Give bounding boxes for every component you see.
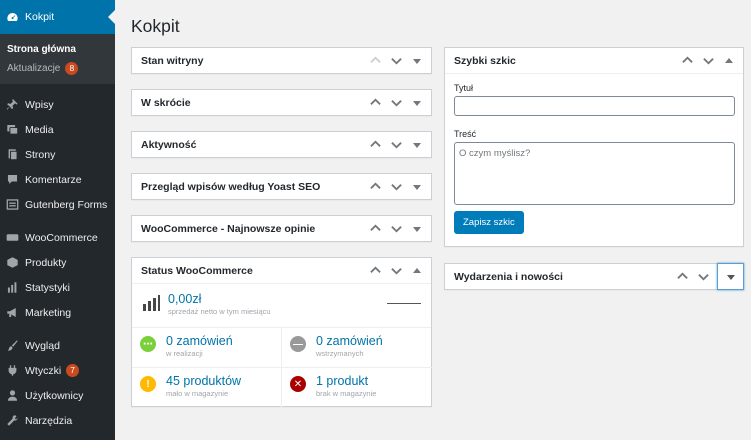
sidebar-item-media[interactable]: Media	[0, 117, 115, 142]
lowstock-products[interactable]: ! 45 produktów mało w magazynie	[132, 368, 282, 408]
sidebar-item-tools[interactable]: Narzędzia	[0, 408, 115, 433]
dashboard-icon	[6, 11, 19, 24]
move-up-icon[interactable]	[369, 223, 381, 235]
box-icon	[6, 256, 19, 269]
woo-icon	[6, 231, 19, 244]
page-title: Kokpit	[131, 16, 180, 36]
widget-woo-status: Status WooCommerce 0,00zł sprzedaż netto…	[131, 257, 432, 408]
sidebar-item-label: Kokpit	[25, 11, 55, 23]
widget-woo-reviews: WooCommerce - Najnowsze opinie	[131, 215, 432, 242]
widget-title[interactable]: W skrócie	[132, 90, 431, 115]
brush-icon	[6, 339, 19, 352]
megaphone-icon	[6, 306, 19, 319]
dashboard-submenu: Strona główna Aktualizacje 8	[0, 34, 115, 84]
toggle-panel-icon[interactable]	[723, 55, 735, 67]
sales-desc: sprzedaż netto w tym miesiącu	[168, 307, 271, 316]
widget-site-health: Stan witryny	[131, 47, 432, 74]
toggle-panel-icon[interactable]	[411, 223, 423, 235]
content-textarea[interactable]: O czym myślisz?	[454, 142, 735, 205]
move-up-icon[interactable]	[369, 181, 381, 193]
toggle-panel-button[interactable]	[717, 263, 744, 290]
error-icon: ✕	[290, 376, 306, 392]
onhold-icon: —	[290, 336, 306, 352]
sales-value: 0,00zł	[168, 292, 202, 306]
widget-title[interactable]: Wydarzenia i nowości	[445, 263, 744, 290]
sidebar-item-plugins[interactable]: Wtyczki 7	[0, 358, 115, 383]
sidebar-item-products[interactable]: Produkty	[0, 250, 115, 275]
processing-icon: ⋯	[140, 336, 156, 352]
submenu-home[interactable]: Strona główna	[0, 40, 115, 59]
title-input[interactable]	[454, 96, 735, 116]
sidebar-item-stats[interactable]: Statystyki	[0, 275, 115, 300]
widget-at-a-glance: W skrócie	[131, 89, 432, 116]
widget-yoast-overview: Przegląd wpisów według Yoast SEO	[131, 173, 432, 200]
move-up-icon[interactable]	[369, 55, 381, 67]
page-icon	[6, 148, 19, 161]
sales-row[interactable]: 0,00zł sprzedaż netto w tym miesiącu	[132, 284, 431, 328]
pin-icon	[6, 98, 19, 111]
save-draft-button[interactable]: Zapisz szkic	[454, 211, 524, 234]
sidebar-item-appearance[interactable]: Wygląd	[0, 333, 115, 358]
media-icon	[6, 123, 19, 136]
widget-activity: Aktywność	[131, 131, 432, 158]
move-down-icon[interactable]	[702, 55, 714, 67]
sidebar-item-marketing[interactable]: Marketing	[0, 300, 115, 325]
sidebar-item-pages[interactable]: Strony	[0, 142, 115, 167]
toggle-panel-icon[interactable]	[411, 265, 423, 277]
toggle-panel-icon[interactable]	[411, 181, 423, 193]
move-up-icon[interactable]	[369, 97, 381, 109]
admin-sidebar: Kokpit Strona główna Aktualizacje 8 Wpisy…	[0, 0, 115, 440]
move-down-icon[interactable]	[390, 223, 402, 235]
sidebar-item-woocommerce[interactable]: WooCommerce	[0, 225, 115, 250]
sidebar-item-gutenberg-forms[interactable]: Gutenberg Forms	[0, 192, 115, 217]
widget-title[interactable]: Status WooCommerce	[132, 258, 431, 283]
widget-title[interactable]: Aktywność	[132, 132, 431, 157]
widget-title[interactable]: Szybki szkic	[445, 48, 743, 73]
widget-events-news: Wydarzenia i nowości	[444, 263, 744, 290]
sidebar-item-dashboard[interactable]: Kokpit	[0, 0, 115, 34]
user-icon	[6, 389, 19, 402]
form-icon	[6, 198, 19, 211]
move-down-icon[interactable]	[390, 265, 402, 277]
move-down-icon[interactable]	[390, 97, 402, 109]
bar-chart-icon	[142, 295, 160, 311]
toggle-panel-icon[interactable]	[411, 55, 423, 67]
move-up-icon[interactable]	[369, 265, 381, 277]
move-down-icon[interactable]	[390, 139, 402, 151]
comment-icon	[6, 173, 19, 186]
move-up-icon[interactable]	[681, 55, 693, 67]
move-up-icon[interactable]	[676, 271, 688, 283]
widget-quick-draft: Szybki szkic Tytuł Treść O czym myślisz?…	[444, 47, 744, 247]
plugins-count-badge: 7	[66, 364, 80, 377]
toggle-panel-icon	[725, 271, 737, 283]
outstock-products[interactable]: ✕ 1 produkt brak w magazynie	[282, 368, 432, 408]
widget-title[interactable]: WooCommerce - Najnowsze opinie	[132, 216, 431, 241]
onhold-orders[interactable]: — 0 zamówień wstrzymanych	[282, 328, 432, 368]
processing-orders[interactable]: ⋯ 0 zamówień w realizacji	[132, 328, 282, 368]
sidebar-item-posts[interactable]: Wpisy	[0, 92, 115, 117]
sidebar-item-comments[interactable]: Komentarze	[0, 167, 115, 192]
plug-icon	[6, 364, 19, 377]
content-label: Treść	[454, 129, 477, 139]
warning-icon: !	[140, 376, 156, 392]
toggle-panel-icon[interactable]	[411, 139, 423, 151]
submenu-updates[interactable]: Aktualizacje 8	[0, 59, 115, 78]
updates-count-badge: 8	[65, 62, 79, 75]
bar-chart-icon	[6, 281, 19, 294]
wrench-icon	[6, 414, 19, 427]
move-down-icon[interactable]	[390, 55, 402, 67]
move-up-icon[interactable]	[369, 139, 381, 151]
move-down-icon[interactable]	[390, 181, 402, 193]
widget-title[interactable]: Stan witryny	[132, 48, 431, 73]
move-down-icon[interactable]	[697, 271, 709, 283]
widget-title[interactable]: Przegląd wpisów według Yoast SEO	[132, 174, 431, 199]
toggle-panel-icon[interactable]	[411, 97, 423, 109]
title-label: Tytuł	[454, 83, 474, 93]
sparkline	[387, 303, 421, 304]
sidebar-item-users[interactable]: Użytkownicy	[0, 383, 115, 408]
